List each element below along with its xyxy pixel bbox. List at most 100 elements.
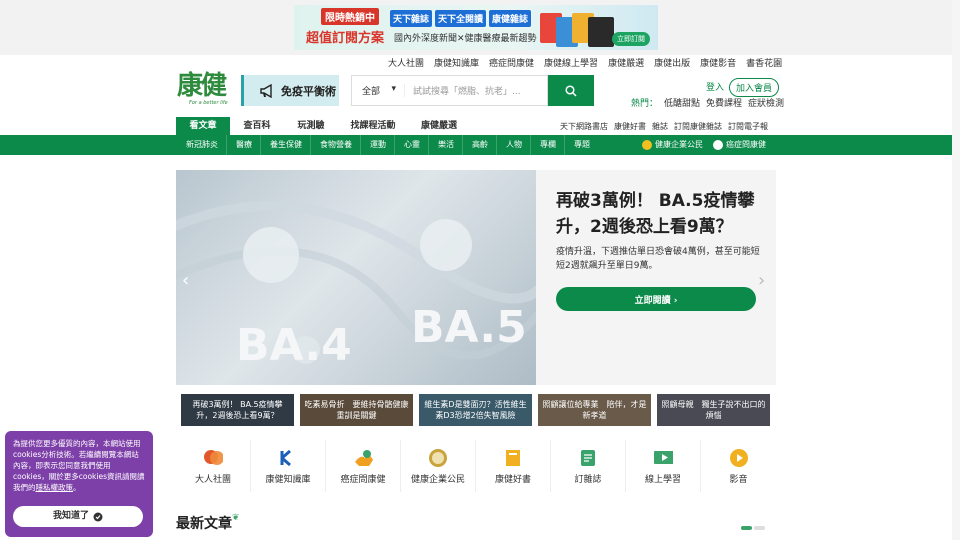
hero-image[interactable]: BA.4 BA.5 xyxy=(176,170,536,385)
top-link[interactable]: 康健出版 xyxy=(654,56,690,69)
latest-title: 最新文章 xyxy=(176,516,232,532)
hot-keyword[interactable]: 免費課程 xyxy=(706,96,742,109)
shortcut-magazine[interactable]: 訂雜誌 xyxy=(551,440,626,492)
shortcut-label: 影音 xyxy=(729,474,748,485)
nav-tab-articles[interactable]: 看文章 xyxy=(176,117,230,135)
carousel-prev-icon[interactable]: ‹ xyxy=(182,270,189,291)
top-link[interactable]: 大人社團 xyxy=(388,56,424,69)
or-badge-icon xyxy=(642,140,652,150)
promo-banner[interactable]: 免疫平衡術 xyxy=(241,75,339,106)
ad-magazine-list: 天下雜誌 天下全閱讀 康健雜誌 xyxy=(390,10,532,27)
ad-magazine: 天下雜誌 xyxy=(390,10,433,27)
top-link[interactable]: 康健知識庫 xyxy=(434,56,479,69)
top-link[interactable]: 癌症問康健 xyxy=(489,56,534,69)
ad-headline: 超值訂閱方案 xyxy=(306,31,385,46)
hot-keywords: 熱門： 低醣甜點 免費課程 症狀檢測 xyxy=(631,96,784,109)
top-link[interactable]: 康健影音 xyxy=(700,56,736,69)
ad-subtitle: 國內外深度新聞✕健康醫療最新趨勢 xyxy=(394,34,537,44)
top-banner-area: 限時熱銷中 超值訂閱方案 天下雜誌 天下全閱讀 康健雜誌 國內外深度新聞✕健康醫… xyxy=(0,0,960,55)
or-badge-icon xyxy=(428,448,448,468)
nav-tab-quiz[interactable]: 玩測驗 xyxy=(284,117,338,135)
top-link[interactable]: 書香花園 xyxy=(746,56,782,69)
search-bar: 全部 ▾ 試試搜尋「燃脂、抗老」... xyxy=(351,75,548,106)
play-icon xyxy=(729,448,749,468)
shortcut-label: 健康企業公民 xyxy=(410,474,465,485)
category-item[interactable]: 新冠肺炎 xyxy=(186,135,227,155)
carousel-thumbnail[interactable]: 照顧母親 獨生子說不出口的煩惱 xyxy=(657,394,770,426)
shortcut-community[interactable]: 大人社團 xyxy=(176,440,251,492)
ad-magazine: 康健雜誌 xyxy=(489,10,532,27)
login-link[interactable]: 登入 xyxy=(706,80,724,93)
hot-keyword[interactable]: 症狀檢測 xyxy=(748,96,784,109)
hands-icon xyxy=(353,448,373,468)
read-now-button[interactable]: 立即閱讀 › xyxy=(556,287,756,311)
subscription-ad[interactable]: 限時熱銷中 超值訂閱方案 天下雜誌 天下全閱讀 康健雜誌 國內外深度新聞✕健康醫… xyxy=(294,5,658,50)
shortcut-cancer-qa[interactable]: 癌症問康健 xyxy=(326,440,401,492)
cookie-accept-button[interactable]: 我知道了 xyxy=(13,506,143,527)
shortcut-label: 康健好書 xyxy=(494,474,531,485)
chat-bubbles-icon xyxy=(203,448,223,468)
category-item[interactable]: 高齡 xyxy=(472,135,497,155)
k-logo-icon xyxy=(278,448,298,468)
hot-keyword[interactable]: 低醣甜點 xyxy=(664,96,700,109)
secondary-link[interactable]: 康健好書 xyxy=(614,121,646,132)
secondary-link[interactable]: 訂閱康健雜誌 xyxy=(674,121,722,132)
top-link[interactable]: 康健線上學習 xyxy=(544,56,598,69)
shortcut-corporate-citizen[interactable]: 健康企業公民 xyxy=(401,440,476,492)
category-item[interactable]: 運動 xyxy=(370,135,395,155)
tablet-image xyxy=(588,17,614,47)
shortcut-video[interactable]: 影音 xyxy=(701,440,776,492)
nav-tab-courses[interactable]: 找課程活動 xyxy=(338,117,408,135)
carousel-next-icon[interactable]: › xyxy=(758,270,765,291)
category-item[interactable]: 食物營養 xyxy=(320,135,361,155)
nav-tab-encyclopedia[interactable]: 查百科 xyxy=(230,117,284,135)
category-item[interactable]: 樂活 xyxy=(438,135,463,155)
shortcut-label: 訂雜誌 xyxy=(574,474,602,485)
category-item[interactable]: 醫療 xyxy=(236,135,261,155)
carousel-thumbnail[interactable]: 照顧讓位給專業 陪伴，才是新孝道 xyxy=(538,394,651,426)
cookie-accept-label: 我知道了 xyxy=(52,511,89,521)
cancer-qa-link[interactable]: 癌症問康健 xyxy=(713,135,766,155)
secondary-link[interactable]: 天下網路書店 xyxy=(560,121,608,132)
category-item[interactable]: 專欄 xyxy=(540,135,565,155)
search-input[interactable]: 試試搜尋「燃脂、抗老」... xyxy=(404,84,521,97)
book-icon xyxy=(503,448,523,468)
secondary-link[interactable]: 訂閱電子報 xyxy=(728,121,768,132)
main-nav: 看文章 查百科 玩測驗 找課程活動 康健嚴選 xyxy=(176,117,470,135)
hands-icon xyxy=(713,140,723,150)
nav-tab-selection[interactable]: 康健嚴選 xyxy=(408,117,470,135)
category-list: 新冠肺炎 醫療 養生保健 食物營養 運動 心靈 樂活 高齡 人物 專欄 專題 xyxy=(186,135,607,155)
top-link[interactable]: 康健嚴選 xyxy=(608,56,644,69)
site-logo[interactable]: 康健 For a better life xyxy=(177,72,237,108)
search-button[interactable] xyxy=(548,75,594,106)
promo-label: 免疫平衡術 xyxy=(281,84,336,98)
category-item[interactable]: 人物 xyxy=(506,135,531,155)
search-icon xyxy=(565,84,577,97)
join-member-button[interactable]: 加入會員 xyxy=(729,78,780,97)
ad-magazine: 天下全閱讀 xyxy=(435,10,487,27)
latest-pager xyxy=(741,526,765,530)
pager-dot[interactable] xyxy=(741,526,752,530)
corporate-citizen-link[interactable]: 健康企業公民 xyxy=(642,135,703,155)
carousel-thumbnail[interactable]: 吃素易骨折 要維持骨骼健康重訓是關鍵 xyxy=(300,394,413,426)
latest-articles-heading: 最新文章❦ xyxy=(176,513,240,533)
megaphone-icon xyxy=(260,83,272,98)
carousel-thumbnail[interactable]: 維生素D是雙面刃？活性維生素D3恐增2倍失智風險 xyxy=(419,394,532,426)
shortcut-online-learning[interactable]: 線上學習 xyxy=(626,440,701,492)
category-item[interactable]: 心靈 xyxy=(404,135,429,155)
pager-dot[interactable] xyxy=(754,526,765,530)
category-item[interactable]: 養生保健 xyxy=(270,135,311,155)
ad-subscribe-button[interactable]: 立即訂閱 xyxy=(612,32,650,46)
category-item[interactable]: 專題 xyxy=(574,135,598,155)
shortcut-knowledge-base[interactable]: 康健知識庫 xyxy=(251,440,326,492)
hero-title[interactable]: 再破3萬例！ BA.5疫情攀升，2週後恐上看9萬？ xyxy=(556,188,766,240)
shortcut-books[interactable]: 康健好書 xyxy=(476,440,551,492)
shortcut-label: 線上學習 xyxy=(644,474,681,485)
privacy-policy-link[interactable]: 隱私權政策 xyxy=(36,483,74,492)
page-scrollbar[interactable] xyxy=(952,0,960,540)
secondary-link[interactable]: 雜誌 xyxy=(652,121,668,132)
cookie-text-end: 。 xyxy=(73,483,81,492)
search-category-select[interactable]: 全部 ▾ xyxy=(352,84,404,97)
carousel-thumbnail[interactable]: 再破3萬例！ BA.5疫情攀升，2週後恐上看9萬？ xyxy=(181,394,294,426)
category-nav-right: 健康企業公民 癌症問康健 xyxy=(642,135,766,155)
